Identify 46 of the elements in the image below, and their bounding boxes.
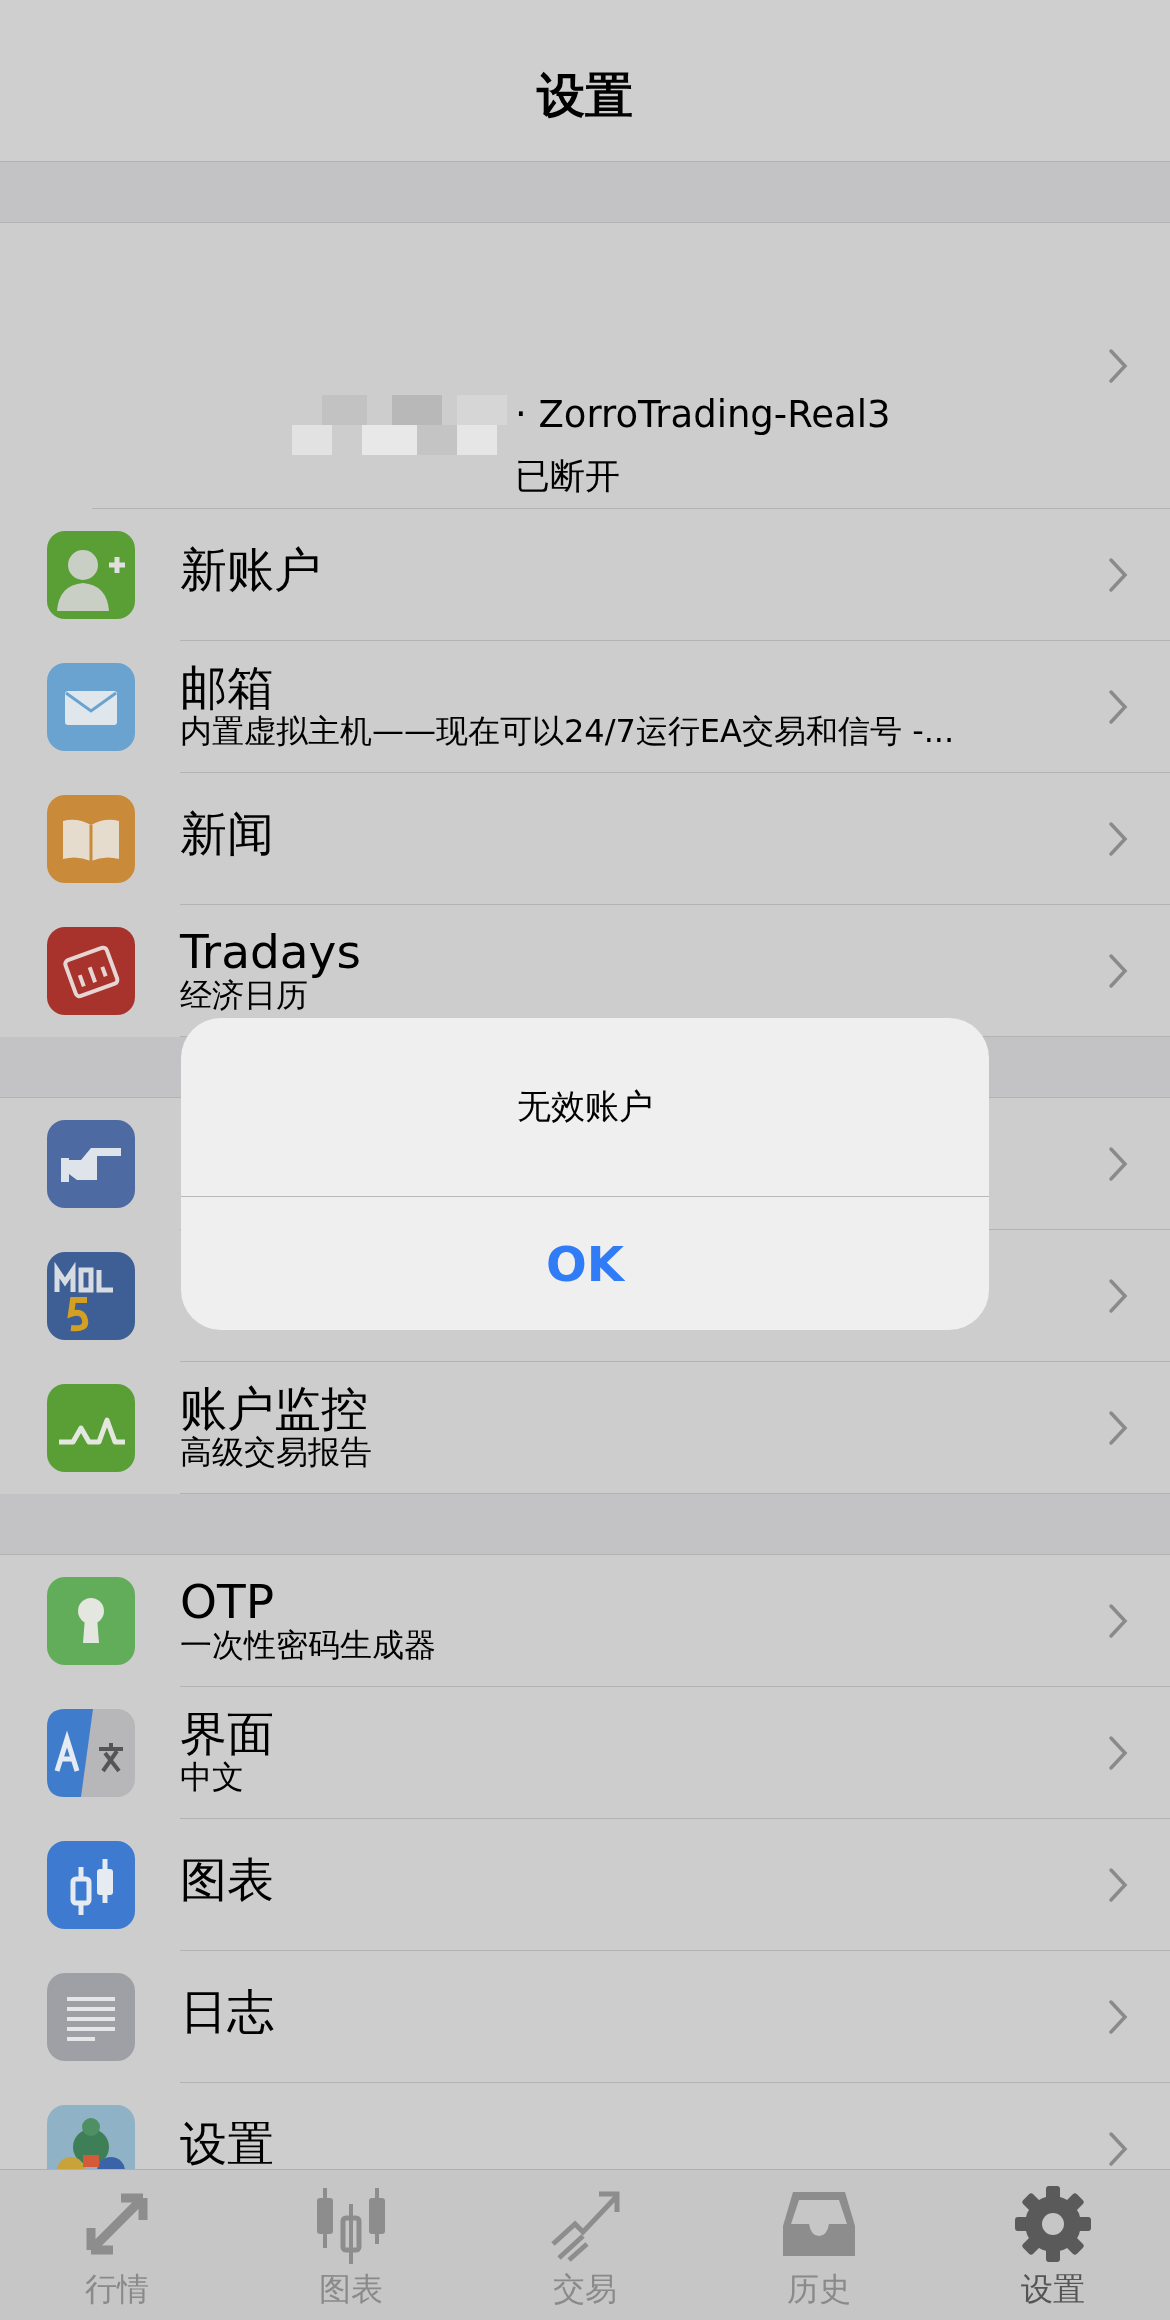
book-icon [47, 795, 135, 883]
chevron-icon [1108, 689, 1128, 725]
chevron-icon [1108, 1735, 1128, 1771]
chevron-icon [1108, 557, 1128, 593]
chevron-icon [1108, 1410, 1128, 1446]
row-title: OTP [180, 1577, 276, 1627]
row-title: 日志 [180, 1987, 275, 2037]
row-title: 新闻 [180, 809, 275, 859]
document-lines-icon [47, 1973, 135, 2061]
add-user-icon [47, 531, 135, 619]
connection-status: 已断开 [515, 455, 621, 497]
row-subtitle: 经济日历 [180, 976, 308, 1015]
chevron-icon [1108, 1999, 1128, 2035]
nav-title: 设置 [537, 65, 633, 125]
chevron-icon [1108, 953, 1128, 989]
server-name: · ZorroTrading-Real3 [515, 392, 891, 438]
pointing-hand-icon [47, 1120, 135, 1208]
translate-icon [47, 1709, 135, 1797]
chevron-icon [1108, 1278, 1128, 1314]
chevron-icon [1108, 1603, 1128, 1639]
row-title: 图表 [180, 1855, 275, 1905]
row-title: 账户监控 [180, 1384, 368, 1434]
row-title: 设置 [180, 2119, 275, 2169]
row-title: 邮箱 [180, 663, 274, 713]
alert-message: 无效账户 [181, 1018, 989, 1197]
chevron-icon [1108, 2131, 1128, 2167]
candlestick-icon [47, 1841, 135, 1929]
row-subtitle: 一次性密码生成器 [180, 1626, 437, 1665]
mql5-logo-icon [47, 1252, 135, 1340]
settings-icon [1013, 2184, 1093, 2264]
calendar-icon [47, 927, 135, 1015]
row-subtitle: 内置虚拟主机——现在可以24/7运行EA交易和信号 -... [180, 712, 956, 751]
chevron-icon [1108, 1867, 1128, 1903]
row-subtitle: 中文 [180, 1758, 245, 1797]
keyhole-icon [47, 1577, 135, 1665]
chevron-icon [1108, 821, 1128, 857]
row-title: 新账户 [180, 545, 322, 595]
row-title: 界面 [180, 1709, 275, 1759]
row-title: Tradays [180, 927, 362, 977]
app-logo-icon [47, 2105, 135, 2169]
chevron-icon [1108, 348, 1128, 384]
chevron-icon [1108, 1146, 1128, 1182]
tab-bar-item[interactable]: 设置 [936, 2170, 1170, 2320]
row-subtitle: 高级交易报告 [180, 1433, 373, 1472]
envelope-icon [47, 663, 135, 751]
line-chart-icon [47, 1384, 135, 1472]
